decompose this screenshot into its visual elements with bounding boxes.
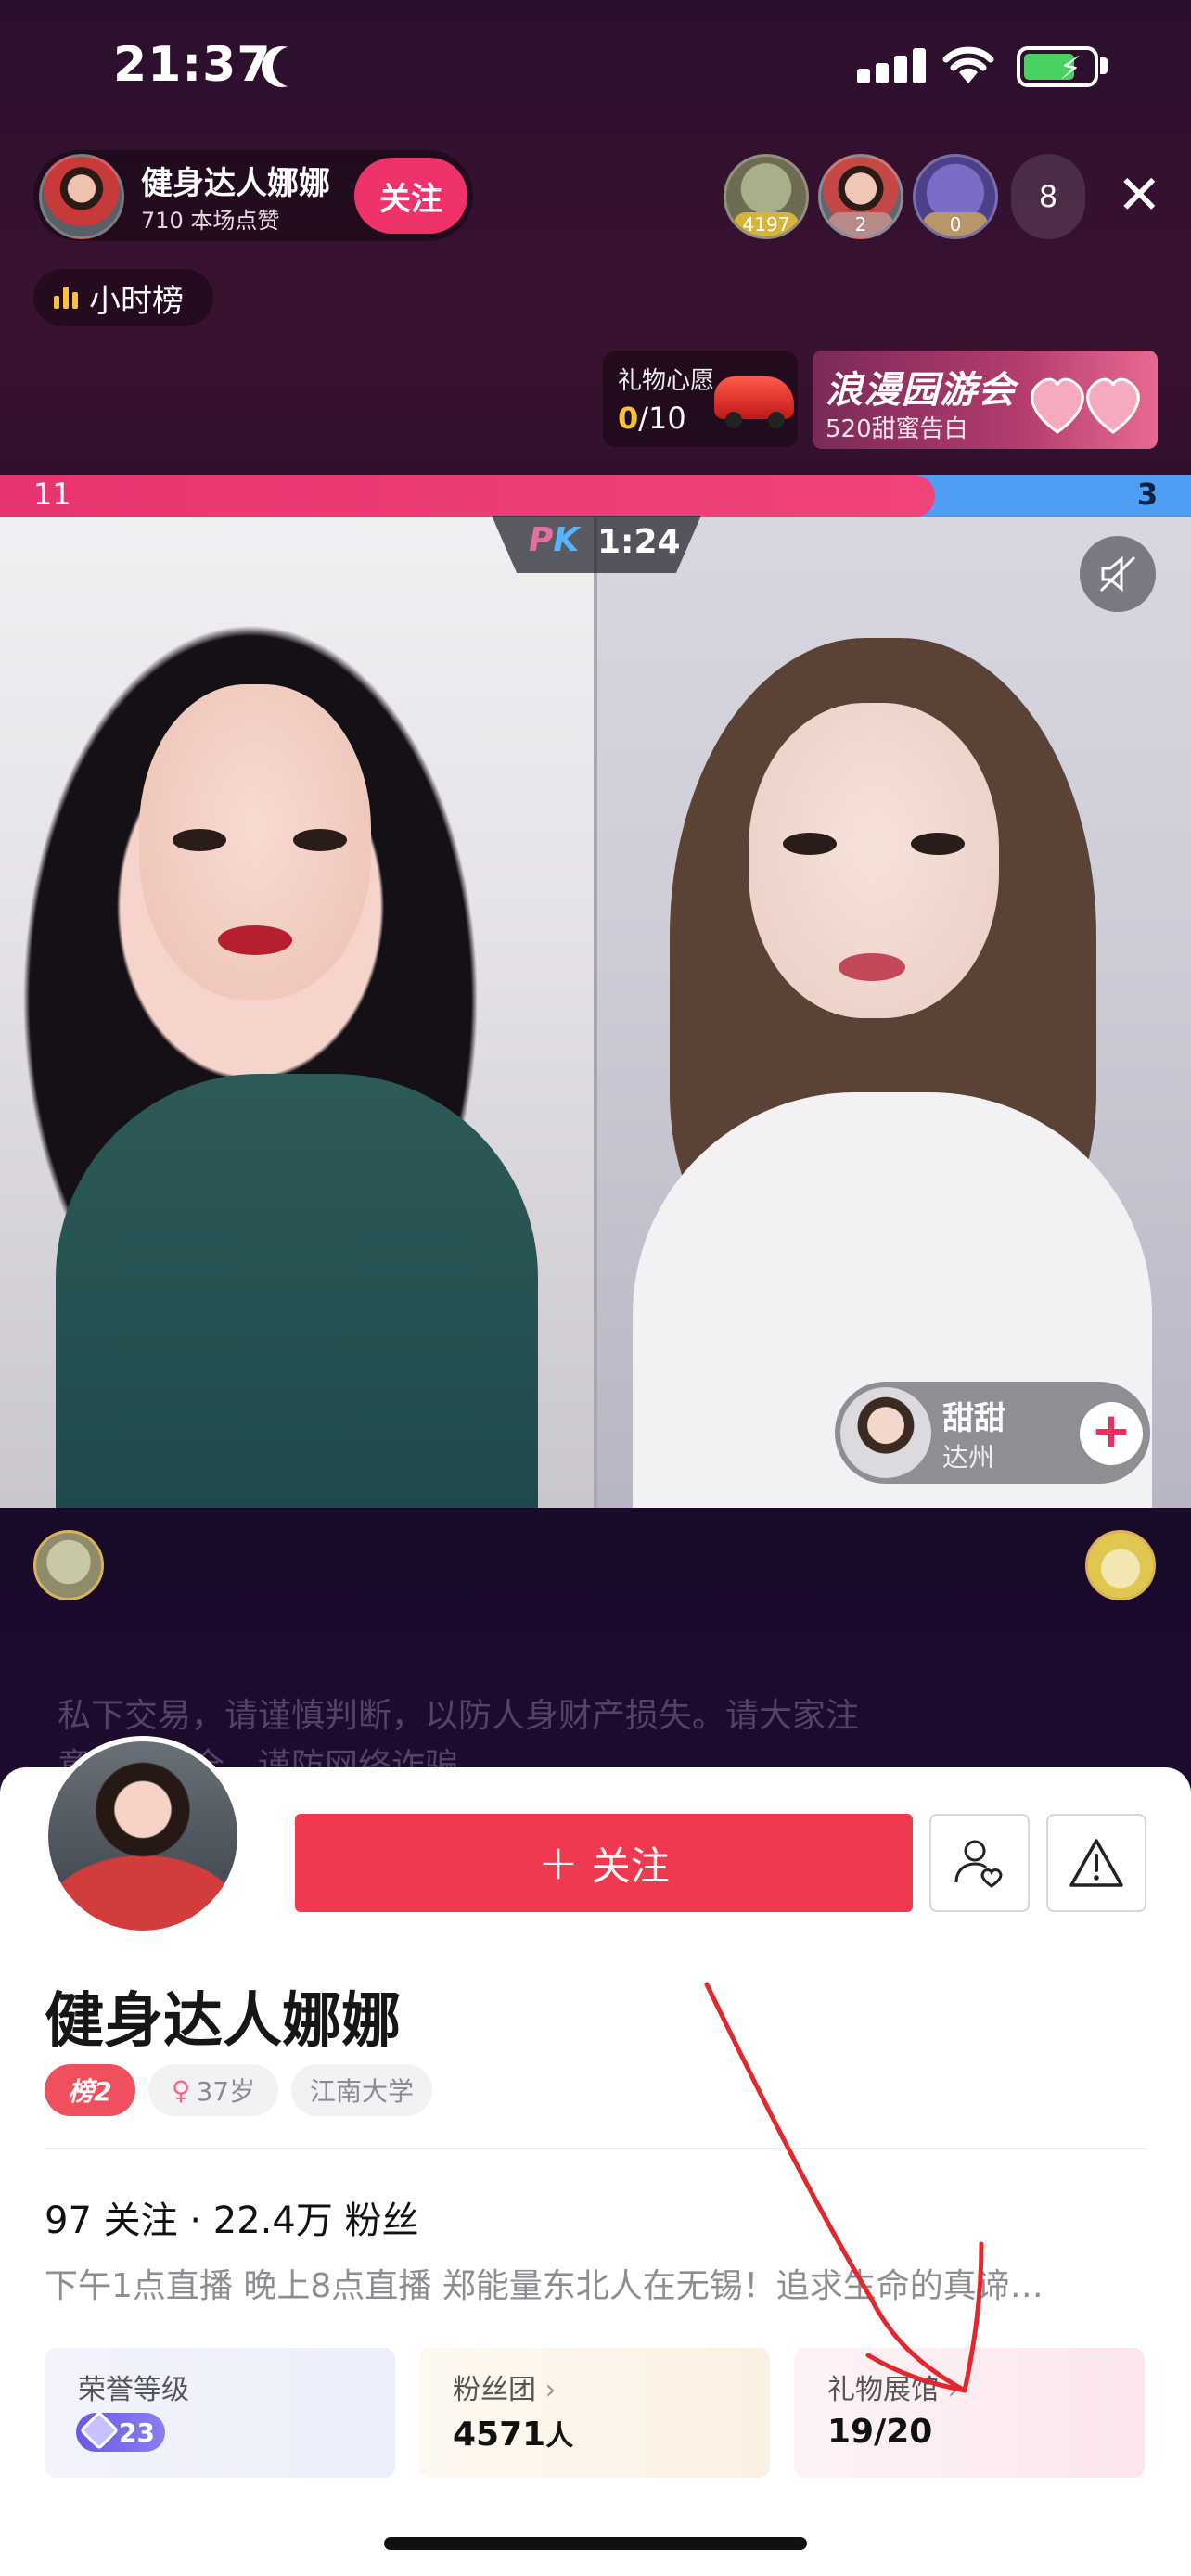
profile-avatar[interactable]	[43, 1736, 243, 1936]
pk-score-right: 3	[1137, 477, 1159, 512]
report-button[interactable]	[1046, 1814, 1146, 1912]
mute-icon[interactable]	[1080, 536, 1156, 612]
opponent-city: 达州	[942, 1442, 995, 1473]
gift-gallery-progress: 19/20	[827, 2413, 933, 2451]
pk-score-left: 11	[33, 477, 71, 512]
battery-tip	[1100, 57, 1108, 74]
chevron-right-icon: ›	[544, 2374, 557, 2406]
viewer-score-badge: 0	[923, 212, 988, 236]
right-contributor-avatar[interactable]	[1085, 1530, 1156, 1600]
age-label: 37岁	[196, 2076, 256, 2107]
event-banner-subtitle: 520甜蜜告白	[826, 415, 968, 443]
school-tag: 江南大学	[291, 2064, 432, 2116]
viewer-avatar[interactable]: 0	[913, 154, 998, 239]
moon-icon	[273, 46, 314, 87]
host-name: 健身达人娜娜	[141, 165, 330, 202]
close-icon[interactable]: ✕	[1117, 167, 1162, 223]
opponent-video[interactable]	[596, 517, 1191, 1508]
warning-icon	[1069, 1839, 1123, 1887]
profile-name: 健身达人娜娜	[45, 1987, 401, 2056]
follow-fans-stats[interactable]: 97 关注 · 22.4万 粉丝	[45, 2190, 419, 2244]
video-divider	[594, 517, 597, 1508]
status-time: 21:37	[113, 37, 272, 93]
battery-icon: ⚡	[1017, 46, 1098, 87]
hourly-rank-chip[interactable]: 小时榜	[33, 269, 213, 326]
hearts-icon	[1031, 377, 1140, 434]
age-tag: ♀ 37岁	[148, 2064, 278, 2116]
rank-tag: 榜2	[45, 2064, 135, 2116]
wifi-icon	[939, 43, 998, 89]
host-avatar[interactable]	[39, 154, 124, 239]
host-video[interactable]	[0, 517, 596, 1508]
gift-wish-title: 礼物心愿	[618, 367, 715, 395]
person-heart-icon	[954, 1840, 1003, 1888]
pk-timer: 1:24	[597, 523, 681, 561]
profile-follow-label: 关注	[591, 1843, 670, 1889]
opponent-follow-plus-icon[interactable]: +	[1080, 1402, 1143, 1465]
host-likes: 710 本场点赞	[141, 208, 280, 234]
pk-logo: PK	[529, 521, 580, 559]
gift-wish-progress: 0/10	[618, 401, 686, 436]
viewer-score-badge: 4197	[734, 212, 799, 236]
sports-car-icon	[714, 376, 794, 428]
pk-score-bar-left	[0, 475, 935, 517]
profile-follow-button[interactable]: + 关注	[295, 1814, 913, 1912]
honor-level-title: 荣誉等级	[78, 2374, 189, 2406]
rank-bars-icon	[54, 287, 78, 309]
opponent-avatar[interactable]	[840, 1387, 931, 1478]
plus-icon: +	[538, 1835, 579, 1891]
viewer-avatar[interactable]: 2	[818, 154, 903, 239]
left-contributor-avatar[interactable]	[33, 1530, 104, 1600]
event-banner-title: 浪漫园游会	[826, 369, 1016, 412]
cellular-signal-icon	[857, 48, 926, 83]
host-follow-button[interactable]: 关注	[354, 158, 467, 234]
fan-club-title: 粉丝团 ›	[453, 2374, 557, 2406]
fan-club-count: 4571人	[453, 2416, 574, 2454]
female-icon: ♀	[171, 2074, 191, 2106]
viewer-score-badge: 2	[828, 212, 893, 236]
opponent-name: 甜甜	[942, 1400, 1005, 1437]
hourly-rank-label: 小时榜	[89, 282, 184, 320]
home-indicator[interactable]	[384, 2537, 807, 2550]
intimacy-heart-button[interactable]	[929, 1814, 1030, 1912]
viewer-avatar[interactable]: 4197	[724, 154, 809, 239]
viewer-count[interactable]: 8	[1011, 154, 1085, 239]
red-arrow-annotation	[704, 1982, 984, 2393]
